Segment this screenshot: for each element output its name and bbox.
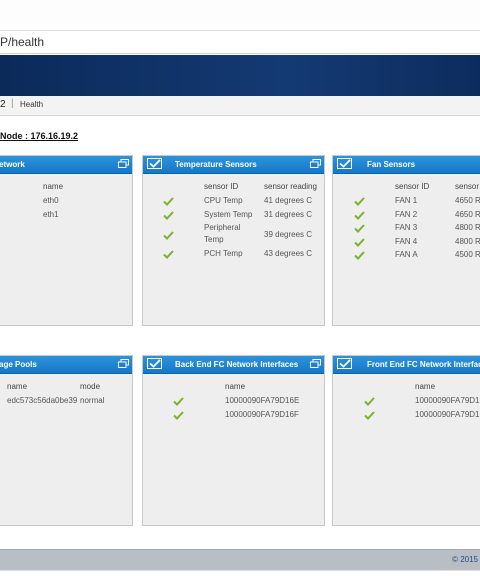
address-bar[interactable]: P/health (0, 31, 480, 54)
table-cell: PCH Temp (204, 249, 243, 258)
storage-pools-panel: age Pools name mode edc573c56da0be39 nor… (0, 355, 133, 526)
panel-title: Back End FC Network Interfaces (175, 360, 299, 369)
window-icon[interactable] (118, 159, 129, 168)
table-cell: eth0 (43, 196, 59, 205)
table-cell: 4800 R (455, 237, 480, 246)
table-cell: 10000090FA79D16E (225, 396, 300, 405)
panel-title: Front End FC Network Interface (367, 360, 480, 369)
window-icon[interactable] (310, 159, 321, 168)
column-header: mode (80, 382, 101, 391)
table-cell: Peripheral (204, 223, 241, 232)
column-header: name (225, 382, 246, 391)
table-cell: FAN 3 (395, 223, 418, 232)
panel-title: etwork (0, 160, 25, 169)
browser-toolbar (0, 0, 480, 31)
table-cell: CPU Temp (204, 196, 243, 205)
panel-title: Temperature Sensors (175, 160, 257, 169)
panel-status-box (337, 158, 352, 169)
table-cell: normal (80, 396, 105, 405)
check-icon (163, 197, 174, 206)
check-icon (354, 251, 365, 260)
app-header-banner (0, 55, 480, 96)
table-cell: eth1 (43, 210, 59, 219)
window-icon[interactable] (118, 359, 129, 368)
table-cell: 31 degrees C (264, 210, 313, 219)
copyright-text: © 2015 (452, 555, 478, 564)
address-text[interactable]: P/health (0, 35, 44, 49)
table-cell: 4650 R (455, 196, 480, 205)
table-cell: 4650 R (455, 210, 480, 219)
table-cell: System Temp (204, 210, 253, 219)
check-icon (173, 397, 184, 406)
frontend-fc-interfaces-panel: Front End FC Network Interface name 1000… (332, 355, 480, 526)
temperature-sensors-panel: Temperature Sensors sensor ID sensor rea… (142, 155, 325, 326)
table-cell: 4800 R (455, 223, 480, 232)
check-icon (163, 211, 174, 220)
table-cell: 4500 R (455, 250, 480, 259)
table-cell: FAN 1 (395, 196, 418, 205)
breadcrumb-separator: | (11, 98, 14, 109)
panel-status-box (147, 158, 162, 169)
table-cell: 43 degrees C (264, 249, 313, 258)
node-title: Node : 176.16.19.2 (0, 131, 79, 141)
column-header: sensor ID (204, 182, 239, 191)
column-header: name (415, 382, 436, 391)
panel-title: age Pools (0, 360, 37, 369)
table-cell: 10000090FA79D1 (415, 410, 480, 419)
window-icon[interactable] (310, 359, 321, 368)
check-icon (163, 250, 174, 259)
column-header: name (7, 382, 28, 391)
check-icon (364, 397, 375, 406)
table-cell: 41 degrees C (264, 196, 313, 205)
column-header: sensor ID (395, 182, 430, 191)
check-icon (149, 159, 161, 168)
table-cell: FAN 2 (395, 210, 418, 219)
table-cell: 10000090FA79D16F (225, 410, 299, 419)
panel-status-box (147, 358, 162, 369)
page-footer: © 2015 (0, 549, 480, 570)
panel-header: Fan Sensors (333, 156, 480, 174)
check-icon (163, 231, 174, 240)
check-icon (364, 411, 375, 420)
panel-header: etwork (0, 156, 132, 174)
breadcrumb-current: Health (20, 100, 44, 109)
fan-sensors-panel: Fan Sensors sensor ID sensor FAN 1 4650 … (332, 155, 480, 326)
check-icon (354, 197, 365, 206)
column-header: sensor reading (264, 182, 317, 191)
table-cell: 10000090FA79D1 (415, 396, 480, 405)
check-icon (173, 411, 184, 420)
check-icon (149, 359, 161, 368)
panel-header: age Pools (0, 356, 132, 374)
panel-title: Fan Sensors (367, 160, 416, 169)
check-icon (339, 359, 351, 368)
table-cell: FAN 4 (395, 237, 418, 246)
check-icon (354, 211, 365, 220)
check-icon (339, 159, 351, 168)
breadcrumb-item[interactable]: 2 (0, 99, 6, 110)
breadcrumb: 2 | Health (0, 96, 480, 116)
table-cell: FAN A (395, 250, 418, 259)
table-cell: 39 degrees C (264, 230, 313, 239)
column-header: sensor (455, 182, 480, 191)
column-header: name (43, 182, 64, 191)
panel-header: Back End FC Network Interfaces (143, 356, 324, 374)
check-icon (354, 224, 365, 233)
table-cell: edc573c56da0be39 (7, 396, 78, 405)
panel-status-box (337, 358, 352, 369)
backend-fc-interfaces-panel: Back End FC Network Interfaces name 1000… (142, 355, 325, 526)
panel-header: Front End FC Network Interface (333, 356, 480, 374)
table-cell: Temp (204, 235, 224, 244)
panel-header: Temperature Sensors (143, 156, 324, 174)
check-icon (354, 238, 365, 247)
network-panel: etwork name eth0 eth1 (0, 155, 133, 326)
